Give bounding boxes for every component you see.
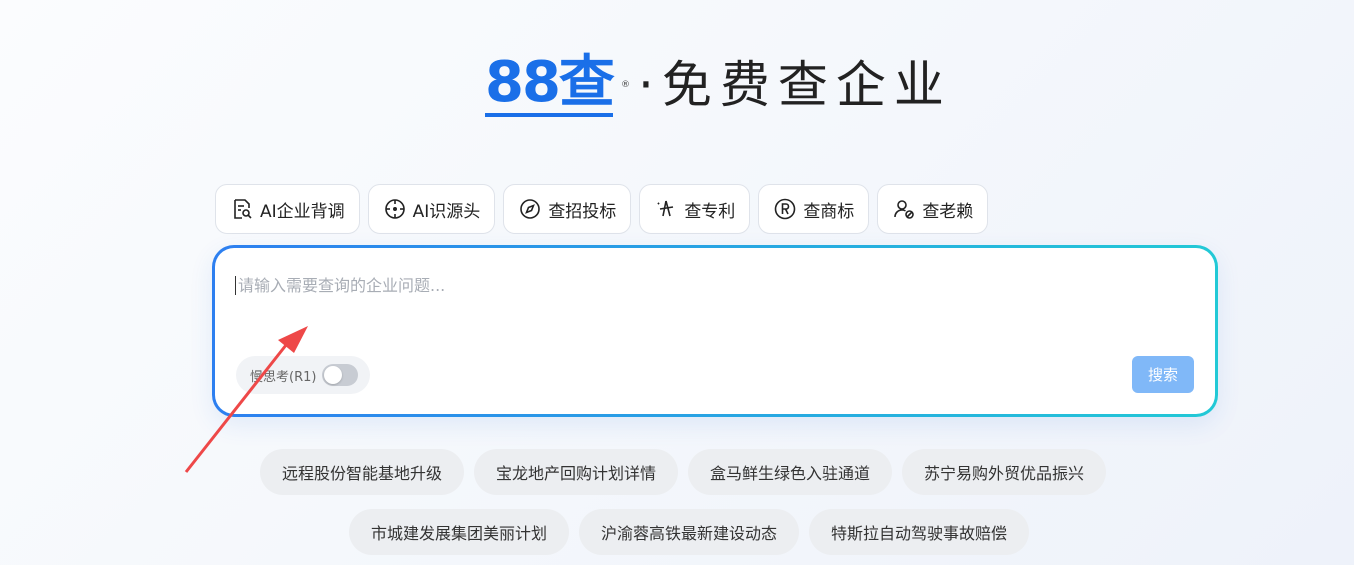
- search-inner: 慢思考(R1) 搜索: [215, 248, 1215, 414]
- suggestion-chip[interactable]: 市城建发展集团美丽计划: [349, 509, 570, 555]
- slow-thinking-toggle[interactable]: 慢思考(R1): [236, 356, 371, 394]
- suggestion-row-2: 市城建发展集团美丽计划 沪渝蓉高铁最新建设动态 特斯拉自动驾驶事故赔偿: [349, 509, 1039, 555]
- tool-label: AI识源头: [412, 201, 481, 222]
- logo-brand: 88查: [485, 50, 615, 117]
- search-input[interactable]: [235, 276, 1175, 295]
- tool-ai-source[interactable]: AI识源头: [367, 184, 496, 234]
- sparkle-icon: [657, 200, 674, 217]
- registered-icon: [775, 198, 796, 220]
- tool-trademark[interactable]: 查商标: [758, 184, 870, 234]
- tool-patent[interactable]: 查专利: [639, 184, 751, 234]
- doc-search-icon: [234, 199, 252, 219]
- compass-icon: [520, 199, 541, 219]
- tool-ai-background-check[interactable]: AI企业背调: [215, 184, 360, 234]
- tool-label: 查商标: [803, 201, 855, 222]
- feature-toolbar: AI企业背调 AI识源头 查招投标 查专利 查商标 查老赖: [215, 184, 996, 234]
- suggestion-chip[interactable]: 盒马鲜生绿色入驻通道: [688, 449, 893, 495]
- slow-thinking-label: 慢思考(R1): [250, 369, 317, 385]
- suggestion-row-1: 远程股份智能基地升级 宝龙地产回购计划详情 盒马鲜生绿色入驻通道 苏宁易购外贸优…: [260, 449, 1116, 495]
- suggestion-chip[interactable]: 宝龙地产回购计划详情: [474, 449, 679, 495]
- registered-mark: ®: [620, 80, 630, 90]
- crosshair-icon: [384, 199, 405, 219]
- suggestion-chip[interactable]: 沪渝蓉高铁最新建设动态: [579, 509, 800, 555]
- suggestion-chip[interactable]: 苏宁易购外贸优品振兴: [902, 449, 1107, 495]
- tool-label: 查专利: [684, 201, 736, 222]
- toggle-switch[interactable]: [322, 364, 359, 386]
- tool-label: 查招投标: [548, 201, 617, 222]
- logo-slogan: ·免费查企业: [637, 56, 952, 114]
- search-button[interactable]: 搜索: [1132, 356, 1194, 393]
- tool-label: AI企业背调: [260, 201, 345, 222]
- tool-debtor[interactable]: 查老赖: [877, 184, 989, 234]
- toggle-knob: [324, 366, 343, 384]
- suggestion-chip[interactable]: 远程股份智能基地升级: [260, 449, 465, 495]
- tool-label: 查老赖: [922, 201, 974, 222]
- suggestion-chip[interactable]: 特斯拉自动驾驶事故赔偿: [809, 509, 1030, 555]
- user-ban-icon: [894, 200, 915, 219]
- site-logo: 88查 ® ·免费查企业: [485, 50, 952, 120]
- tool-bidding[interactable]: 查招投标: [503, 184, 632, 234]
- search-box: 慢思考(R1) 搜索: [212, 245, 1218, 417]
